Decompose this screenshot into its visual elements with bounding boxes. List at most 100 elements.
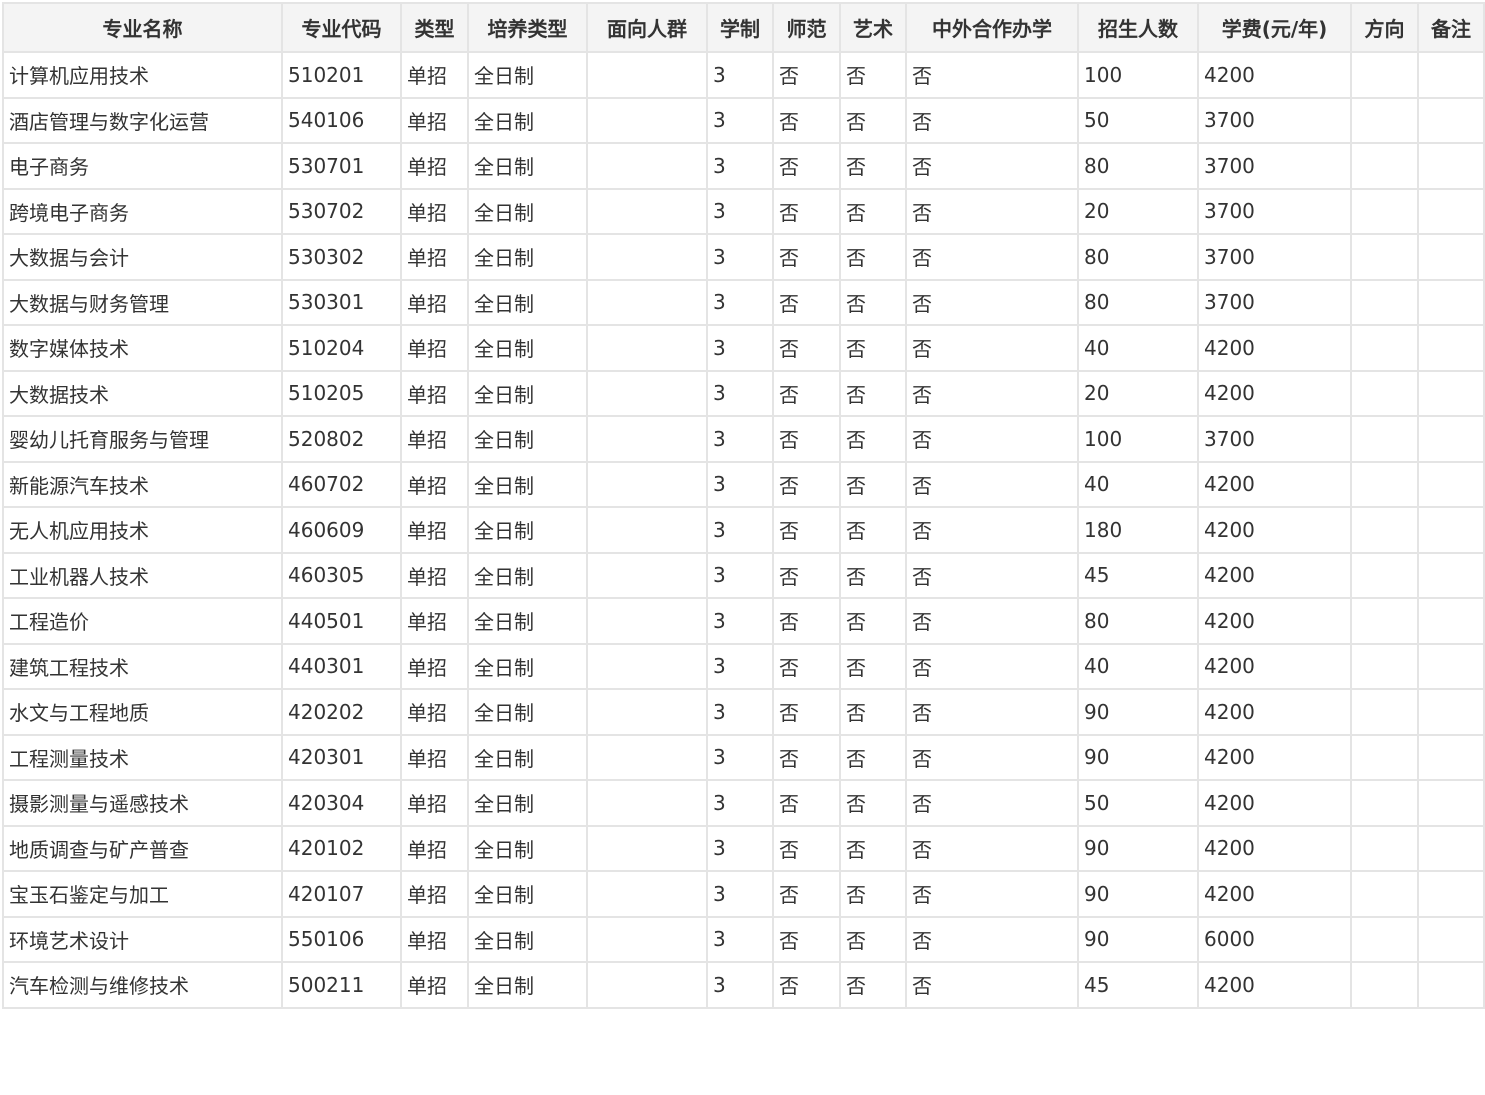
- cell-duration: 3: [706, 961, 774, 1009]
- cell-remarks: [1417, 415, 1485, 463]
- cell-normal: 否: [772, 96, 841, 144]
- cell-direction: [1350, 961, 1419, 1009]
- cell-type: 单招: [400, 961, 469, 1009]
- cell-remarks: [1417, 369, 1485, 417]
- cell-type: 单招: [400, 733, 469, 781]
- cell-normal: 否: [772, 688, 841, 736]
- cell-training-type: 全日制: [467, 324, 588, 372]
- cell-duration: 3: [706, 597, 774, 645]
- cell-major-name: 跨境电子商务: [2, 187, 283, 235]
- cell-major-code: 510205: [281, 369, 402, 417]
- cell-remarks: [1417, 51, 1485, 99]
- cell-type: 单招: [400, 51, 469, 99]
- cell-major-name: 电子商务: [2, 142, 283, 190]
- column-header-type: 类型: [400, 2, 469, 53]
- cell-art: 否: [839, 551, 907, 599]
- table-row: 无人机应用技术 460609 单招 全日制 3 否否否 180 4200: [2, 506, 1485, 554]
- cell-tuition: 4200: [1197, 460, 1352, 508]
- cell-sino-foreign: 否: [905, 96, 1079, 144]
- table-row: 婴幼儿托育服务与管理 520802 单招 全日制 3 否否否 100 3700: [2, 415, 1485, 463]
- cell-training-type: 全日制: [467, 369, 588, 417]
- cell-art: 否: [839, 96, 907, 144]
- cell-tuition: 4200: [1197, 870, 1352, 918]
- cell-remarks: [1417, 460, 1485, 508]
- cell-type: 单招: [400, 233, 469, 281]
- cell-major-name: 大数据与财务管理: [2, 278, 283, 326]
- cell-duration: 3: [706, 415, 774, 463]
- cell-training-type: 全日制: [467, 278, 588, 326]
- cell-major-code: 510201: [281, 51, 402, 99]
- cell-target-group: [586, 278, 708, 326]
- cell-duration: 3: [706, 96, 774, 144]
- cell-duration: 3: [706, 278, 774, 326]
- cell-target-group: [586, 369, 708, 417]
- cell-training-type: 全日制: [467, 961, 588, 1009]
- cell-normal: 否: [772, 961, 841, 1009]
- cell-duration: 3: [706, 142, 774, 190]
- column-header-tuition: 学费(元/年): [1197, 2, 1352, 53]
- cell-normal: 否: [772, 460, 841, 508]
- cell-sino-foreign: 否: [905, 642, 1079, 690]
- cell-type: 单招: [400, 460, 469, 508]
- cell-direction: [1350, 642, 1419, 690]
- table-row: 汽车检测与维修技术 500211 单招 全日制 3 否否否 45 4200: [2, 961, 1485, 1009]
- cell-remarks: [1417, 688, 1485, 736]
- cell-training-type: 全日制: [467, 187, 588, 235]
- cell-major-code: 550106: [281, 915, 402, 963]
- cell-type: 单招: [400, 597, 469, 645]
- cell-direction: [1350, 278, 1419, 326]
- cell-normal: 否: [772, 51, 841, 99]
- cell-sino-foreign: 否: [905, 824, 1079, 872]
- cell-direction: [1350, 460, 1419, 508]
- cell-major-name: 新能源汽车技术: [2, 460, 283, 508]
- cell-major-name: 环境艺术设计: [2, 915, 283, 963]
- cell-enrollment: 80: [1077, 597, 1199, 645]
- cell-training-type: 全日制: [467, 142, 588, 190]
- cell-normal: 否: [772, 369, 841, 417]
- table-row: 新能源汽车技术 460702 单招 全日制 3 否否否 40 4200: [2, 460, 1485, 508]
- column-header-art: 艺术: [839, 2, 907, 53]
- cell-tuition: 3700: [1197, 233, 1352, 281]
- cell-remarks: [1417, 233, 1485, 281]
- cell-normal: 否: [772, 506, 841, 554]
- cell-training-type: 全日制: [467, 642, 588, 690]
- cell-normal: 否: [772, 642, 841, 690]
- cell-tuition: 6000: [1197, 915, 1352, 963]
- cell-direction: [1350, 688, 1419, 736]
- cell-art: 否: [839, 142, 907, 190]
- cell-duration: 3: [706, 688, 774, 736]
- cell-training-type: 全日制: [467, 915, 588, 963]
- cell-remarks: [1417, 961, 1485, 1009]
- cell-major-name: 宝玉石鉴定与加工: [2, 870, 283, 918]
- cell-duration: 3: [706, 915, 774, 963]
- cell-tuition: 3700: [1197, 415, 1352, 463]
- cell-art: 否: [839, 51, 907, 99]
- cell-tuition: 4200: [1197, 506, 1352, 554]
- table-row: 建筑工程技术 440301 单招 全日制 3 否否否 40 4200: [2, 642, 1485, 690]
- cell-type: 单招: [400, 824, 469, 872]
- cell-type: 单招: [400, 506, 469, 554]
- cell-target-group: [586, 870, 708, 918]
- cell-target-group: [586, 96, 708, 144]
- cell-art: 否: [839, 779, 907, 827]
- cell-enrollment: 20: [1077, 187, 1199, 235]
- cell-major-name: 水文与工程地质: [2, 688, 283, 736]
- cell-major-name: 酒店管理与数字化运营: [2, 96, 283, 144]
- cell-training-type: 全日制: [467, 551, 588, 599]
- cell-duration: 3: [706, 733, 774, 781]
- cell-direction: [1350, 369, 1419, 417]
- cell-type: 单招: [400, 779, 469, 827]
- cell-major-code: 510204: [281, 324, 402, 372]
- cell-type: 单招: [400, 415, 469, 463]
- cell-tuition: 4200: [1197, 733, 1352, 781]
- cell-enrollment: 90: [1077, 688, 1199, 736]
- cell-type: 单招: [400, 142, 469, 190]
- cell-direction: [1350, 733, 1419, 781]
- cell-direction: [1350, 415, 1419, 463]
- cell-sino-foreign: 否: [905, 597, 1079, 645]
- cell-type: 单招: [400, 96, 469, 144]
- column-header-duration: 学制: [706, 2, 774, 53]
- cell-target-group: [586, 642, 708, 690]
- cell-enrollment: 180: [1077, 506, 1199, 554]
- cell-major-name: 建筑工程技术: [2, 642, 283, 690]
